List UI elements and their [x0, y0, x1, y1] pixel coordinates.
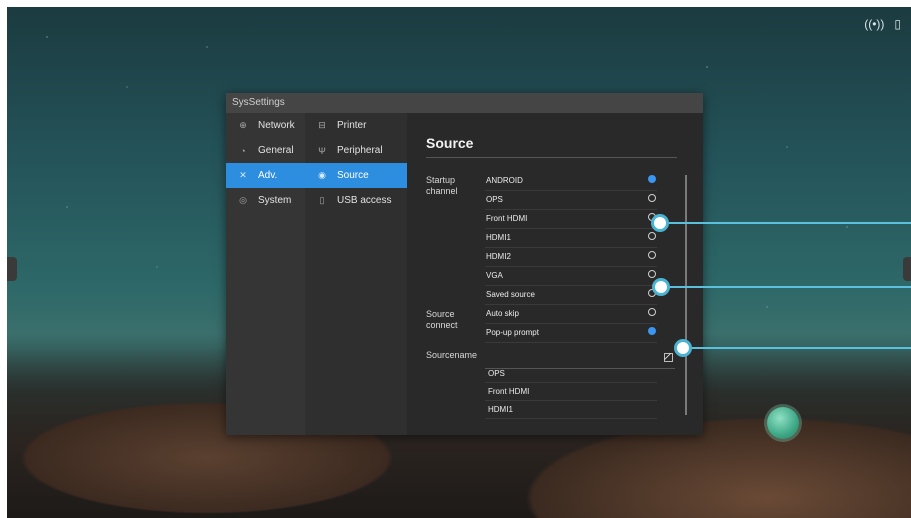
nav-label: Adv. — [258, 170, 278, 181]
option-label: Front HDMI — [486, 214, 528, 223]
nav-label: USB access — [337, 195, 392, 206]
option-label: VGA — [486, 271, 503, 280]
callout-line — [663, 286, 911, 288]
radio-button[interactable] — [648, 194, 656, 202]
primary-nav: ⊕ Network ◔ General ✕ Adv. ◎ System — [226, 113, 305, 435]
nav-item-general[interactable]: ◔ General — [226, 138, 305, 163]
tools-icon: ✕ — [239, 170, 247, 180]
nav-label: General — [258, 145, 294, 156]
startup-option-vga[interactable]: VGA — [485, 266, 657, 286]
panel-title: Source — [426, 135, 474, 151]
wireless-hotspot-icon[interactable]: ((•)) — [864, 17, 884, 31]
sys-settings-dialog: SysSettings ⊕ Network ◔ General ✕ Adv. ◎ Sys… — [226, 93, 703, 435]
globe-icon: ⊕ — [239, 120, 247, 130]
radio-button[interactable] — [648, 175, 656, 183]
label-line: channel — [426, 186, 458, 196]
nav-item-system[interactable]: ◎ System — [226, 188, 305, 213]
printer-icon: ⊟ — [318, 120, 326, 130]
left-sidebar-toggle[interactable] — [7, 257, 17, 281]
radio-button[interactable] — [648, 232, 656, 240]
radio-button[interactable] — [648, 327, 656, 335]
nav-label: Peripheral — [337, 145, 383, 156]
radio-button[interactable] — [648, 308, 656, 316]
radio-button[interactable] — [648, 251, 656, 259]
sourcename-item-hdmi1[interactable]: HDMI1 — [485, 400, 657, 419]
nav-item-source[interactable]: ◉ Source — [305, 163, 407, 188]
startup-option-ops[interactable]: OPS — [485, 190, 657, 210]
nav-label: Printer — [337, 120, 367, 131]
status-bar: ((•)) ▯ — [864, 17, 901, 31]
source-connect-label: Source connect — [426, 309, 458, 331]
connect-option-popup-prompt[interactable]: Pop-up prompt — [485, 323, 657, 343]
title-divider — [426, 157, 677, 158]
option-label: HDMI2 — [486, 252, 511, 261]
nav-label: Source — [337, 170, 369, 181]
nav-item-network[interactable]: ⊕ Network — [226, 113, 305, 138]
scrollbar[interactable] — [685, 175, 687, 415]
option-label: Auto skip — [486, 309, 519, 318]
usb-drive-status-icon[interactable]: ▯ — [894, 17, 901, 31]
label-line: Startup — [426, 175, 456, 185]
item-label: Front HDMI — [488, 387, 530, 396]
option-label: Pop-up prompt — [486, 328, 539, 337]
nav-label: System — [258, 195, 292, 206]
startup-option-hdmi2[interactable]: HDMI2 — [485, 247, 657, 267]
option-label: ANDROID — [486, 176, 523, 185]
sourcename-item-ops[interactable]: OPS — [485, 364, 657, 383]
callout-line — [662, 222, 911, 224]
startup-option-front-hdmi[interactable]: Front HDMI — [485, 209, 657, 229]
radio-button[interactable] — [648, 270, 656, 278]
sourcename-item-front-hdmi[interactable]: Front HDMI — [485, 382, 657, 401]
gear-icon: ◎ — [239, 195, 247, 205]
usb-icon: Ψ — [318, 145, 326, 156]
source-icon: ◉ — [318, 170, 326, 180]
option-label: HDMI1 — [486, 233, 511, 242]
callout-marker — [651, 214, 669, 232]
nav-item-printer[interactable]: ⊟ Printer — [305, 113, 407, 138]
label-line: connect — [426, 320, 458, 330]
source-settings-panel: Source Startup channel ANDROID OPS Front… — [407, 113, 703, 435]
startup-channel-label: Startup channel — [426, 175, 458, 197]
nav-item-peripheral[interactable]: Ψ Peripheral — [305, 138, 407, 163]
desktop-background: ((•)) ▯ SysSettings ⊕ Network ◔ General ✕ A… — [7, 7, 911, 518]
palette-icon: ◔ — [240, 145, 246, 156]
item-label: OPS — [488, 369, 505, 378]
sourcename-label: Sourcename — [426, 350, 478, 360]
nav-label: Network — [258, 120, 295, 131]
option-label: Saved source — [486, 290, 535, 299]
edit-icon[interactable] — [664, 353, 673, 362]
usb-drive-icon: ▯ — [319, 195, 325, 205]
nav-item-adv[interactable]: ✕ Adv. — [226, 163, 305, 188]
nav-item-usb-access[interactable]: ▯ USB access — [305, 188, 407, 213]
startup-option-android[interactable]: ANDROID — [485, 171, 657, 191]
right-sidebar-toggle[interactable] — [903, 257, 911, 281]
floating-menu-ball[interactable] — [767, 407, 799, 439]
connect-option-auto-skip[interactable]: Auto skip — [485, 304, 657, 324]
startup-option-hdmi1[interactable]: HDMI1 — [485, 228, 657, 248]
option-label: OPS — [486, 195, 503, 204]
callout-marker — [674, 339, 692, 357]
callout-marker — [652, 278, 670, 296]
secondary-nav: ⊟ Printer Ψ Peripheral ◉ Source ▯ USB access — [305, 113, 407, 435]
startup-option-saved-source[interactable]: Saved source — [485, 285, 657, 305]
item-label: HDMI1 — [488, 405, 513, 414]
label-line: Source — [426, 309, 455, 319]
callout-line — [685, 347, 911, 349]
dialog-title: SysSettings — [226, 93, 703, 113]
